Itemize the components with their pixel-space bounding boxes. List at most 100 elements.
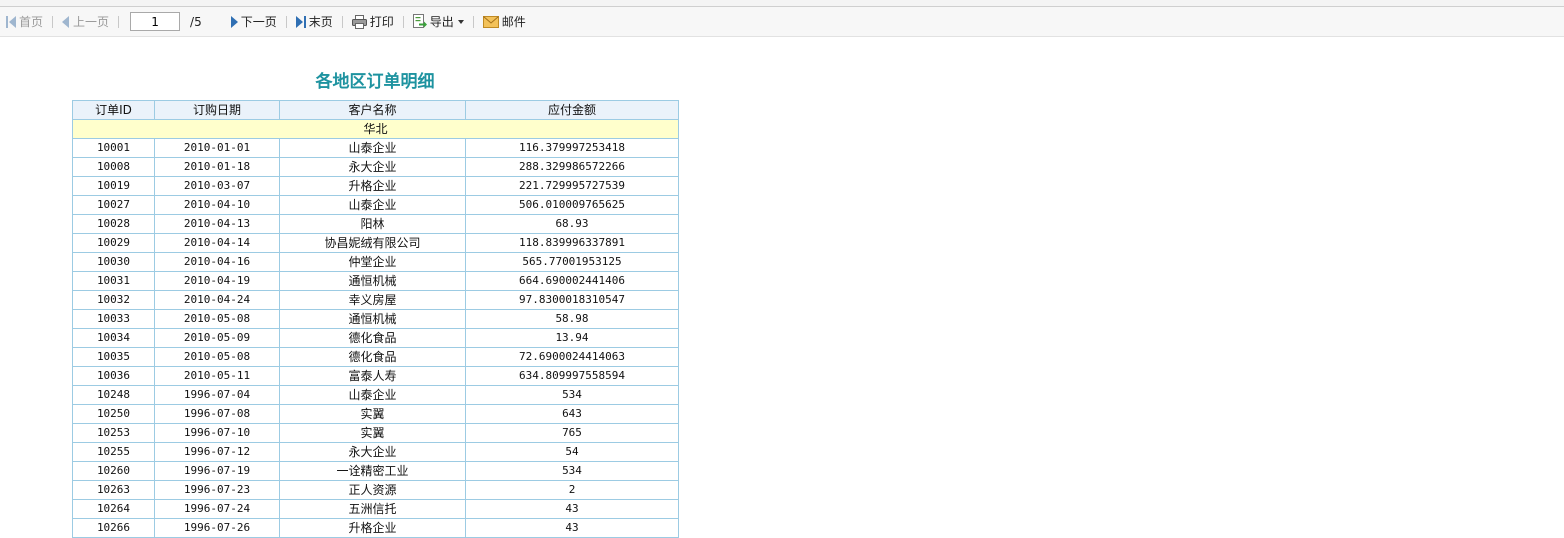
customer-name-cell: 正人资源: [279, 480, 466, 500]
order-date-cell: 2010-04-16: [154, 252, 280, 272]
customer-name-cell: 永大企业: [279, 157, 466, 177]
table-row: 10031 2010-04-19 通恒机械 664.690002441406: [72, 271, 679, 291]
printer-icon: [351, 14, 367, 29]
amount-due-cell: 765: [465, 423, 679, 443]
mail-button[interactable]: 邮件: [481, 11, 528, 33]
order-date-cell: 1996-07-12: [154, 442, 280, 462]
toolbar-separator: [52, 15, 54, 28]
customer-name-cell: 实翼: [279, 404, 466, 424]
order-date-cell: 1996-07-10: [154, 423, 280, 443]
customer-name-cell: 一诠精密工业: [279, 461, 466, 481]
order-date-cell: 2010-04-19: [154, 271, 280, 291]
amount-due-cell: 506.010009765625: [465, 195, 679, 215]
customer-name-cell: 山泰企业: [279, 138, 466, 158]
table-row: 10027 2010-04-10 山泰企业 506.010009765625: [72, 195, 679, 215]
table-row: 10030 2010-04-16 仲堂企业 565.77001953125: [72, 252, 679, 272]
table-row: 10260 1996-07-19 一诠精密工业 534: [72, 461, 679, 481]
next-page-button[interactable]: 下一页: [228, 11, 279, 33]
page-number-input[interactable]: [130, 12, 181, 31]
table-row: 10263 1996-07-23 正人资源 2: [72, 480, 679, 500]
amount-due-cell: 43: [465, 499, 679, 519]
toolbar-separator: [472, 15, 474, 28]
mail-label: 邮件: [501, 15, 526, 29]
amount-due-cell: 565.77001953125: [465, 252, 679, 272]
customer-name-cell: 实翼: [279, 423, 466, 443]
prev-page-button[interactable]: 上一页: [60, 11, 111, 33]
column-header-customer-name: 客户名称: [279, 100, 466, 120]
report-toolbar: 首页 上一页 /5 下一页 末页 打印 导出: [0, 7, 1564, 37]
order-id-cell: 10255: [72, 442, 155, 462]
customer-name-cell: 德化食品: [279, 328, 466, 348]
first-page-button[interactable]: 首页: [4, 11, 45, 33]
customer-name-cell: 五洲信托: [279, 499, 466, 519]
order-id-cell: 10008: [72, 157, 155, 177]
order-date-cell: 2010-05-08: [154, 309, 280, 329]
region-group-row: 华北: [72, 119, 679, 139]
amount-due-cell: 97.8300018310547: [465, 290, 679, 310]
first-page-icon: [6, 15, 16, 28]
amount-due-cell: 221.729995727539: [465, 176, 679, 196]
order-id-cell: 10248: [72, 385, 155, 405]
customer-name-cell: 通恒机械: [279, 271, 466, 291]
column-header-order-date: 订购日期: [154, 100, 280, 120]
order-id-cell: 10030: [72, 252, 155, 272]
customer-name-cell: 升格企业: [279, 518, 466, 538]
customer-name-cell: 阳林: [279, 214, 466, 234]
order-date-cell: 1996-07-23: [154, 480, 280, 500]
table-row: 10264 1996-07-24 五洲信托 43: [72, 499, 679, 519]
amount-due-cell: 54: [465, 442, 679, 462]
order-date-cell: 1996-07-08: [154, 404, 280, 424]
order-id-cell: 10034: [72, 328, 155, 348]
amount-due-cell: 43: [465, 518, 679, 538]
order-id-cell: 10027: [72, 195, 155, 215]
order-id-cell: 10260: [72, 461, 155, 481]
order-id-cell: 10028: [72, 214, 155, 234]
column-header-order-id: 订单ID: [72, 100, 155, 120]
customer-name-cell: 幸义房屋: [279, 290, 466, 310]
page-total: /5: [190, 14, 202, 29]
next-page-icon: [230, 15, 238, 28]
amount-due-cell: 118.839996337891: [465, 233, 679, 253]
last-page-icon: [295, 15, 306, 28]
table-row: 10036 2010-05-11 富泰人寿 634.809997558594: [72, 366, 679, 386]
amount-due-cell: 288.329986572266: [465, 157, 679, 177]
order-id-cell: 10250: [72, 404, 155, 424]
amount-due-cell: 664.690002441406: [465, 271, 679, 291]
table-row: 10032 2010-04-24 幸义房屋 97.8300018310547: [72, 290, 679, 310]
amount-due-cell: 634.809997558594: [465, 366, 679, 386]
table-row: 10008 2010-01-18 永大企业 288.329986572266: [72, 157, 679, 177]
customer-name-cell: 德化食品: [279, 347, 466, 367]
export-icon: [412, 14, 427, 28]
order-date-cell: 2010-01-01: [154, 138, 280, 158]
amount-due-cell: 13.94: [465, 328, 679, 348]
export-dropdown-button[interactable]: 导出: [411, 11, 466, 33]
order-id-cell: 10035: [72, 347, 155, 367]
table-row: 10028 2010-04-13 阳林 68.93: [72, 214, 679, 234]
table-row: 10034 2010-05-09 德化食品 13.94: [72, 328, 679, 348]
amount-due-cell: 68.93: [465, 214, 679, 234]
customer-name-cell: 永大企业: [279, 442, 466, 462]
toolbar-separator: [118, 15, 120, 28]
order-id-cell: 10036: [72, 366, 155, 386]
amount-due-cell: 534: [465, 461, 679, 481]
order-date-cell: 2010-05-09: [154, 328, 280, 348]
amount-due-cell: 72.6900024414063: [465, 347, 679, 367]
table-row: 10001 2010-01-01 山泰企业 116.379997253418: [72, 138, 679, 158]
last-page-button[interactable]: 末页: [294, 11, 335, 33]
table-row: 10019 2010-03-07 升格企业 221.729995727539: [72, 176, 679, 196]
customer-name-cell: 通恒机械: [279, 309, 466, 329]
mail-icon: [482, 15, 499, 28]
order-date-cell: 2010-04-10: [154, 195, 280, 215]
order-id-cell: 10263: [72, 480, 155, 500]
order-id-cell: 10019: [72, 176, 155, 196]
print-button[interactable]: 打印: [350, 11, 396, 33]
table-row: 10253 1996-07-10 实翼 765: [72, 423, 679, 443]
next-page-label: 下一页: [240, 15, 277, 29]
order-date-cell: 2010-04-13: [154, 214, 280, 234]
column-header-amount-due: 应付金额: [465, 100, 679, 120]
order-id-cell: 10001: [72, 138, 155, 158]
customer-name-cell: 升格企业: [279, 176, 466, 196]
print-label: 打印: [369, 15, 394, 29]
export-label: 导出: [429, 15, 454, 29]
order-id-cell: 10264: [72, 499, 155, 519]
